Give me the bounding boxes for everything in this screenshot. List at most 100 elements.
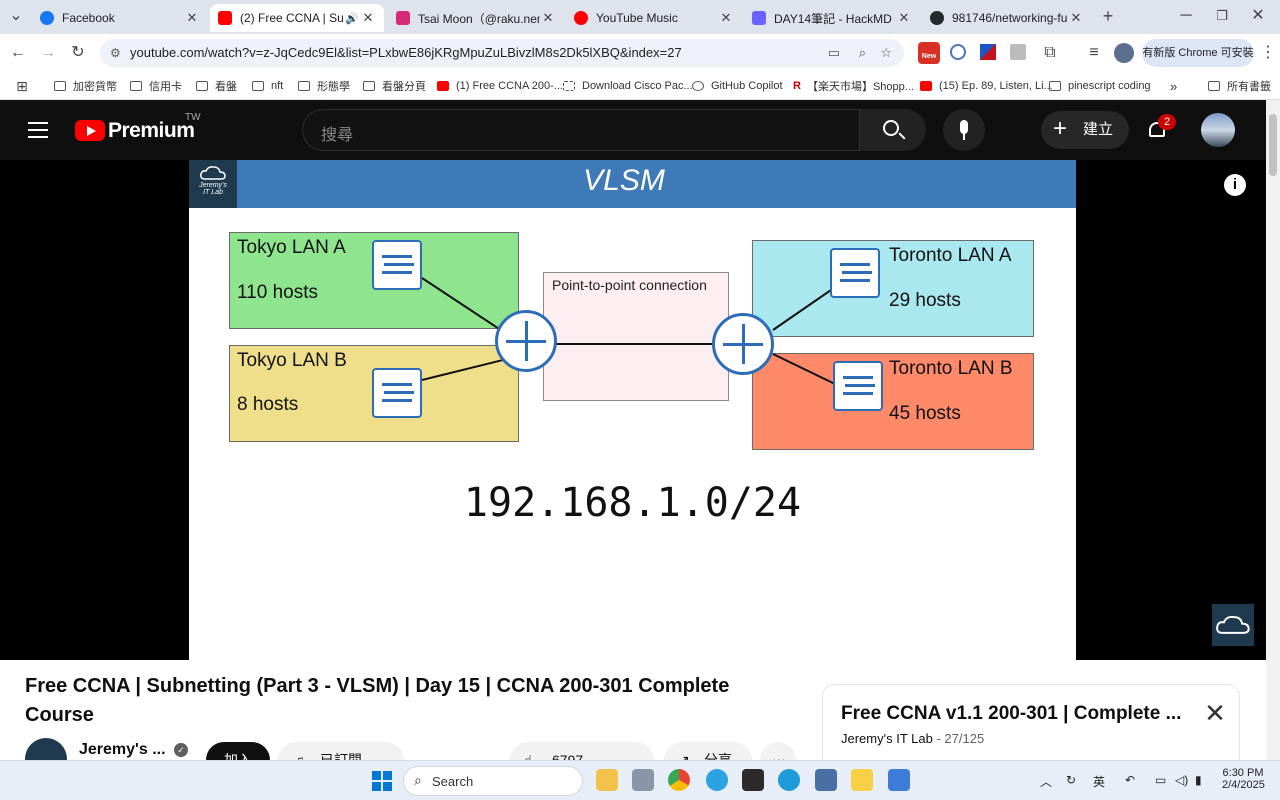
maximize-button[interactable]: ❐	[1212, 6, 1232, 26]
close-icon[interactable]: ✕	[540, 10, 556, 26]
notifications-bell-icon[interactable]: 2	[1146, 114, 1176, 142]
zoom-icon[interactable]: ⌕	[859, 39, 866, 67]
bookmarks-bar: ⊞ 加密貨幣 信用卡 看盤 nft 形態學 看盤分頁 (1) Free CCNA…	[0, 72, 1280, 100]
tab-facebook[interactable]: Facebook ✕	[32, 4, 208, 32]
youtube-icon	[218, 11, 232, 25]
channel-name-text: Jeremy's ...	[79, 741, 166, 758]
calculator-icon[interactable]	[815, 769, 837, 791]
reload-button[interactable]: ↻	[68, 43, 88, 63]
playlist-position: 27/125	[944, 731, 985, 746]
tab-hackmd[interactable]: DAY14筆記 - HackMD ✕	[744, 4, 920, 32]
bookmark-label: (1) Free CCNA 200-...	[456, 80, 563, 92]
update-chrome-button[interactable]: 有新版 Chrome 可安裝	[1142, 39, 1254, 67]
telegram-icon[interactable]	[706, 769, 728, 791]
info-icon[interactable]: i	[1224, 174, 1246, 196]
menu-kebab-icon[interactable]: ⋮	[1258, 43, 1278, 63]
extension-new-icon[interactable]: New	[918, 42, 940, 64]
bookmark-item[interactable]: nft	[252, 78, 283, 94]
sticky-app-icon[interactable]	[851, 769, 873, 791]
premium-label: Premium	[108, 119, 195, 142]
apps-grid-icon[interactable]: ⊞	[12, 76, 32, 96]
notepad-icon[interactable]	[888, 769, 910, 791]
tab-github[interactable]: 981746/networking-funda ✕	[922, 4, 1092, 32]
ime-mode-icon[interactable]: ↶	[1125, 773, 1135, 787]
voice-search-button[interactable]	[943, 109, 985, 151]
scrollbar-thumb[interactable]	[1269, 114, 1277, 176]
folder-icon	[54, 81, 66, 91]
bookmark-item[interactable]: R 【楽天市場】Shopp...	[793, 78, 914, 94]
back-button[interactable]: ←	[8, 43, 28, 63]
close-window-button[interactable]: ✕	[1248, 6, 1268, 26]
youtube-music-icon	[574, 11, 588, 25]
tab-youtube-active[interactable]: (2) Free CCNA | Subnet 🔊 ✕	[210, 4, 384, 32]
new-tab-button[interactable]: +	[1098, 6, 1118, 26]
close-icon[interactable]: ✕	[718, 10, 734, 26]
minimize-button[interactable]: ─	[1176, 6, 1196, 26]
channel-watermark-icon[interactable]	[1212, 604, 1254, 646]
bookmark-item[interactable]: Download Cisco Pac...	[563, 78, 693, 94]
close-icon[interactable]: ✕	[896, 10, 912, 26]
search-button[interactable]	[860, 109, 926, 151]
profile-avatar[interactable]	[1114, 43, 1134, 63]
windows-start-icon[interactable]	[372, 771, 392, 791]
tab-instagram[interactable]: Tsai Moon（@raku.nene） ✕	[388, 4, 564, 32]
bookmark-star-icon[interactable]: ☆	[880, 39, 892, 67]
folder-icon	[130, 81, 142, 91]
extension-flag-icon[interactable]	[980, 44, 996, 60]
chrome-icon[interactable]	[668, 769, 690, 791]
cast-icon[interactable]: ▭	[828, 39, 840, 67]
battery-icon[interactable]: ▮	[1195, 773, 1202, 787]
file-explorer-icon[interactable]	[596, 769, 618, 791]
bookmark-item[interactable]: (1) Free CCNA 200-...	[437, 78, 563, 94]
close-icon[interactable]: ✕	[360, 10, 376, 26]
bookmark-item[interactable]: GitHub Copilot	[692, 78, 783, 94]
close-icon[interactable]: ✕	[1201, 699, 1229, 727]
search-icon	[883, 120, 899, 136]
app-icon[interactable]	[632, 769, 654, 791]
bookmark-item[interactable]: (15) Ep. 89, Listen, Li...	[920, 78, 1053, 94]
create-button[interactable]: + 建立	[1041, 111, 1129, 149]
media-queue-icon[interactable]: ≡	[1084, 43, 1104, 63]
folder-icon	[196, 81, 208, 91]
channel-name[interactable]: Jeremy's ... ✓	[79, 741, 188, 759]
clock[interactable]: 6:30 PM 2/4/2025	[1222, 767, 1265, 791]
playlist-title[interactable]: Free CCNA v1.1 200-301 | Complete ...	[841, 703, 1181, 725]
forward-button[interactable]: →	[38, 43, 58, 63]
network-icon[interactable]: ▭	[1155, 773, 1166, 787]
edge-icon[interactable]	[778, 769, 800, 791]
volume-icon[interactable]: ◁)	[1175, 773, 1188, 787]
bookmark-item[interactable]: 信用卡	[130, 78, 182, 94]
extensions-puzzle-icon[interactable]: ⧉	[1040, 43, 1060, 63]
tab-title: 981746/networking-funda	[952, 11, 1068, 25]
bookmark-item[interactable]: 形態學	[298, 78, 350, 94]
account-avatar[interactable]	[1201, 113, 1235, 147]
hamburger-menu-icon[interactable]	[28, 120, 48, 140]
tray-chevron-up-icon[interactable]: ︿	[1040, 773, 1052, 790]
video-player[interactable]: Jeremy's IT Lab VLSM Tokyo LAN A 110 hos…	[0, 160, 1266, 660]
search-input[interactable]: 搜尋	[302, 109, 860, 151]
playlist-channel[interactable]: Jeremy's IT Lab	[841, 731, 933, 746]
bookmark-item[interactable]: pinescript coding	[1049, 78, 1151, 94]
all-bookmarks-button[interactable]: 所有書籤	[1208, 78, 1271, 94]
close-icon[interactable]: ✕	[1068, 10, 1084, 26]
bookmark-item[interactable]: 看盤	[196, 78, 237, 94]
taskbar-search[interactable]: ⌕ Search	[403, 766, 583, 796]
address-bar[interactable]: ⚙ youtube.com/watch?v=z-JqCedc9El&list=P…	[100, 39, 904, 67]
bookmark-label: 加密貨幣	[73, 81, 117, 93]
tab-youtube-music[interactable]: YouTube Music ✕	[566, 4, 742, 32]
close-icon[interactable]: ✕	[184, 10, 200, 26]
hackmd-icon	[752, 11, 766, 25]
extension-circle-icon[interactable]	[950, 44, 966, 60]
site-info-icon[interactable]: ⚙	[110, 39, 121, 67]
switch-icon	[372, 368, 422, 418]
terminal-icon[interactable]	[742, 769, 764, 791]
ime-indicator[interactable]: 英	[1093, 773, 1105, 790]
bookmark-item[interactable]: 加密貨幣	[54, 78, 117, 94]
extension-gray-icon[interactable]	[1010, 44, 1026, 60]
speaker-icon[interactable]: 🔊	[344, 12, 360, 25]
more-bookmarks-button[interactable]: »	[1170, 78, 1177, 94]
bookmark-item[interactable]: 看盤分頁	[363, 78, 426, 94]
sync-icon[interactable]: ↻	[1066, 773, 1076, 787]
tab-search-icon[interactable]: ⌄	[6, 6, 26, 26]
page-scrollbar[interactable]	[1266, 100, 1280, 760]
